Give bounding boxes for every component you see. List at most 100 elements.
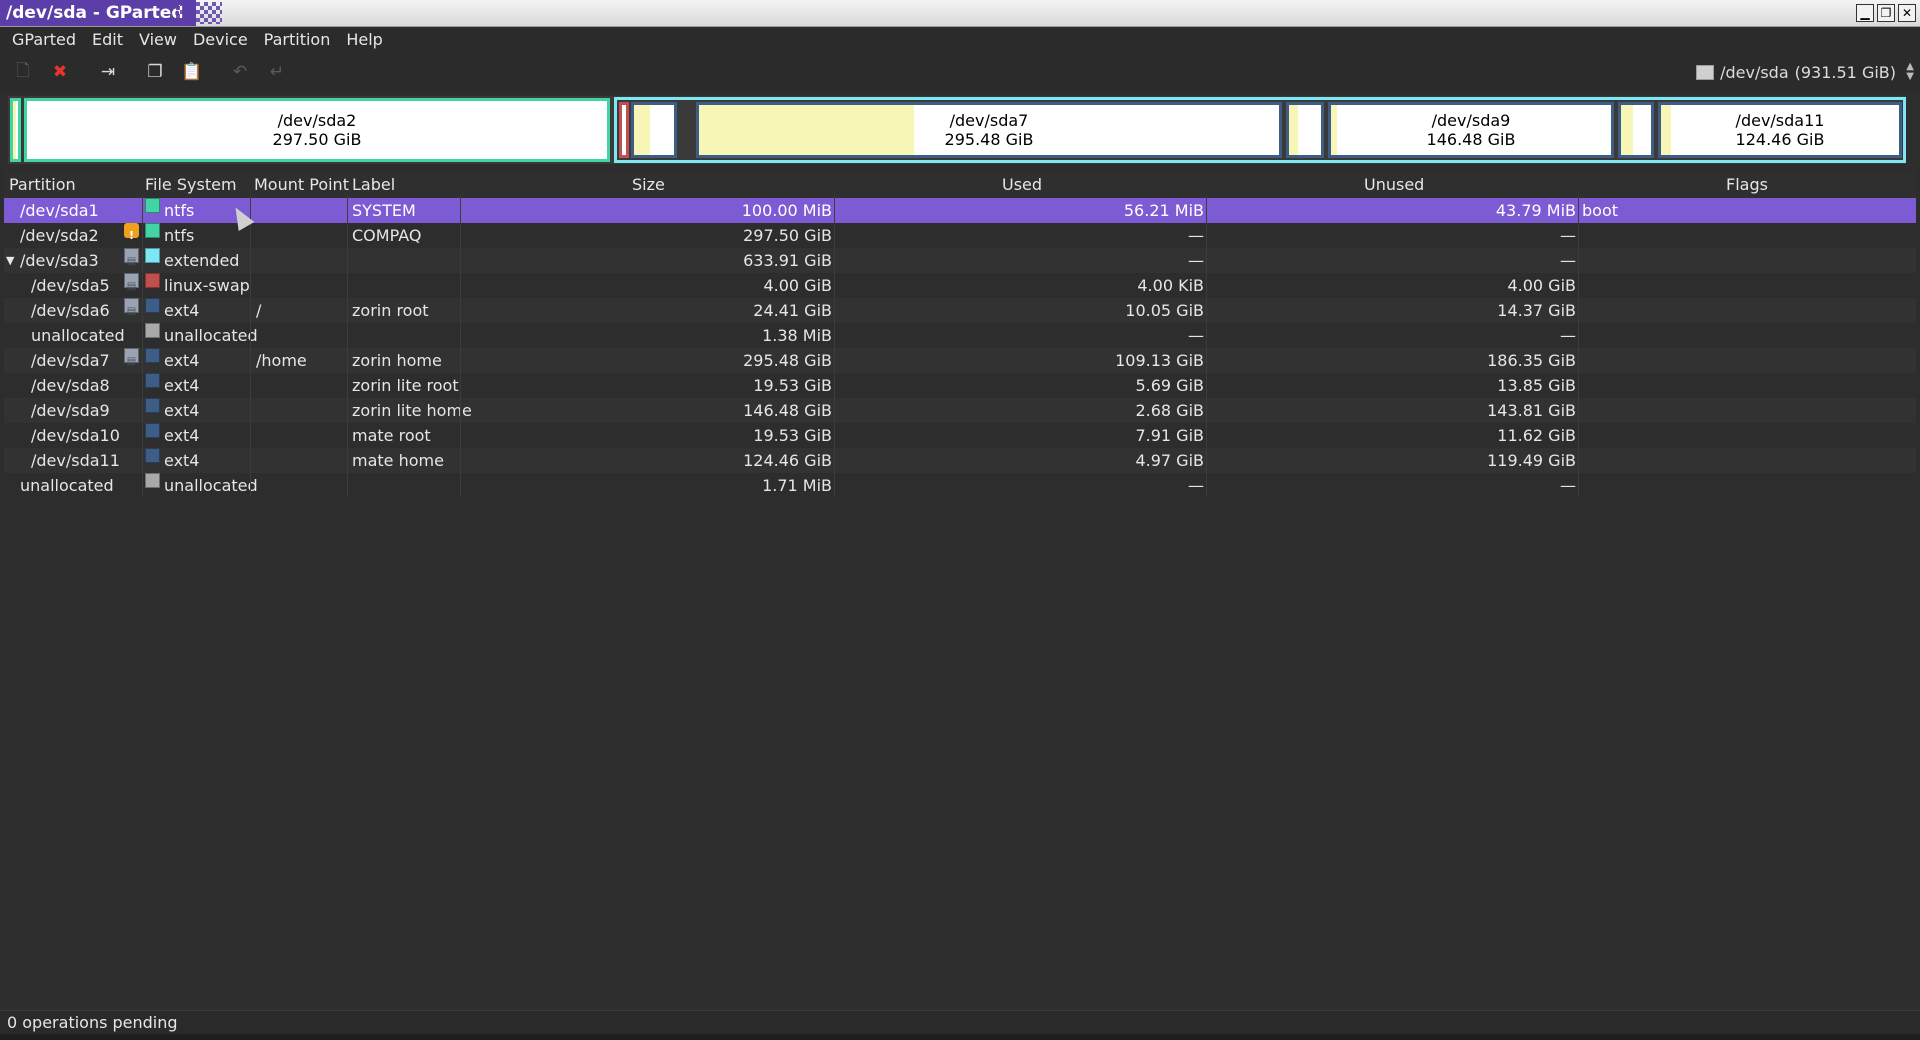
window-titlebar[interactable]: /dev/sda - GParted ▁ ❐ ✕ bbox=[0, 0, 1920, 27]
col-label[interactable]: Label bbox=[352, 172, 395, 198]
table-row[interactable]: /dev/sda5 ▤ linux-swap 4.00 GiB 4.00 KiB… bbox=[4, 273, 1916, 298]
unused: 4.00 GiB bbox=[1507, 276, 1576, 295]
label: SYSTEM bbox=[352, 201, 416, 220]
graph-sda7[interactable]: /dev/sda7 295.48 GiB bbox=[696, 102, 1282, 158]
menu-gparted[interactable]: GParted bbox=[4, 27, 84, 53]
fs-color-swatch bbox=[145, 373, 160, 388]
partition-name: /dev/sda10 bbox=[31, 426, 120, 445]
label: zorin home bbox=[352, 351, 442, 370]
unused: — bbox=[1560, 326, 1576, 345]
table-row[interactable]: /dev/sda2 ! ntfs COMPAQ 297.50 GiB — — bbox=[4, 223, 1916, 248]
table-row[interactable]: /dev/sda1 ntfs SYSTEM 100.00 MiB 56.21 M… bbox=[4, 198, 1916, 223]
window-title: /dev/sda - GParted bbox=[0, 0, 196, 26]
col-flags[interactable]: Flags bbox=[1726, 172, 1768, 198]
table-row[interactable]: unallocated unallocated 1.38 MiB — — bbox=[4, 323, 1916, 348]
graph-sda11[interactable]: /dev/sda11 124.46 GiB bbox=[1658, 102, 1902, 158]
used: 109.13 GiB bbox=[1115, 351, 1204, 370]
table-row[interactable]: /dev/sda10 ext4 mate root 19.53 GiB 7.91… bbox=[4, 423, 1916, 448]
used: 5.69 GiB bbox=[1135, 376, 1204, 395]
col-partition[interactable]: Partition bbox=[9, 172, 76, 198]
partition-name: /dev/sda2 bbox=[20, 226, 99, 245]
graph-sda9[interactable]: /dev/sda9 146.48 GiB bbox=[1328, 102, 1614, 158]
apply-icon[interactable]: ↵ bbox=[266, 61, 288, 83]
fs-color-swatch bbox=[145, 423, 160, 438]
graph-sda9-size: 146.48 GiB bbox=[1426, 130, 1516, 149]
filesystem: extended bbox=[164, 251, 240, 270]
partition-name: /dev/sda5 bbox=[31, 276, 110, 295]
table-row[interactable]: /dev/sda7 ▤ ext4 /home zorin home 295.48… bbox=[4, 348, 1916, 373]
copy-icon[interactable]: ❐ bbox=[144, 61, 166, 83]
paste-icon[interactable]: 📋 bbox=[181, 61, 203, 83]
expander-arrow-icon[interactable]: ▼ bbox=[6, 248, 14, 273]
flags: boot bbox=[1582, 201, 1619, 220]
warning-icon: ! bbox=[124, 223, 139, 242]
unused: 11.62 GiB bbox=[1497, 426, 1576, 445]
used: 7.91 GiB bbox=[1135, 426, 1204, 445]
unused: — bbox=[1560, 251, 1576, 270]
menu-view[interactable]: View bbox=[131, 27, 185, 53]
close-button[interactable]: ✕ bbox=[1898, 4, 1916, 22]
graph-sda10[interactable] bbox=[1618, 102, 1654, 158]
col-size[interactable]: Size bbox=[632, 172, 665, 198]
window-controls: ▁ ❐ ✕ bbox=[1856, 4, 1916, 22]
used: — bbox=[1188, 326, 1204, 345]
lock-icon: ▤ bbox=[124, 348, 139, 367]
used: 4.97 GiB bbox=[1135, 451, 1204, 470]
graph-sda5[interactable] bbox=[619, 102, 629, 158]
new-icon[interactable]: 🗋 bbox=[12, 61, 34, 83]
maximize-button[interactable]: ❐ bbox=[1877, 4, 1895, 22]
fs-color-swatch bbox=[145, 298, 160, 313]
graph-sda11-size: 124.46 GiB bbox=[1735, 130, 1825, 149]
unused: — bbox=[1560, 226, 1576, 245]
graph-sda2-name: /dev/sda2 bbox=[277, 111, 357, 130]
menu-partition[interactable]: Partition bbox=[256, 27, 339, 53]
col-mount-point[interactable]: Mount Point bbox=[254, 172, 349, 198]
size: 1.71 MiB bbox=[762, 476, 832, 495]
minimize-button[interactable]: ▁ bbox=[1856, 4, 1874, 22]
table-row[interactable]: /dev/sda9 ext4 zorin lite home 146.48 Gi… bbox=[4, 398, 1916, 423]
partition-table: Partition File System Mount Point Label … bbox=[4, 172, 1916, 498]
size: 124.46 GiB bbox=[743, 451, 832, 470]
partition-name: /dev/sda9 bbox=[31, 401, 110, 420]
lock-icon: ▤ bbox=[124, 273, 139, 292]
device-name: /dev/sda bbox=[1720, 62, 1789, 82]
used: 2.68 GiB bbox=[1135, 401, 1204, 420]
filesystem: unallocated bbox=[164, 326, 258, 345]
table-row[interactable]: /dev/sda8 ext4 zorin lite root 19.53 GiB… bbox=[4, 373, 1916, 398]
partition-name: /dev/sda6 bbox=[31, 301, 110, 320]
partition-name: /dev/sda3 bbox=[20, 251, 99, 270]
status-text: 0 operations pending bbox=[7, 1013, 178, 1032]
graph-sda2[interactable]: /dev/sda2 297.50 GiB bbox=[24, 98, 610, 162]
col-filesystem[interactable]: File System bbox=[145, 172, 237, 198]
graph-sda11-name: /dev/sda11 bbox=[1735, 111, 1825, 130]
table-row[interactable]: /dev/sda11 ext4 mate home 124.46 GiB 4.9… bbox=[4, 448, 1916, 473]
graph-sda6[interactable] bbox=[631, 102, 677, 158]
menu-help[interactable]: Help bbox=[338, 27, 390, 53]
column-separator bbox=[834, 196, 835, 496]
graph-sda1[interactable] bbox=[10, 98, 21, 162]
used: — bbox=[1188, 251, 1204, 270]
graph-sda9-name: /dev/sda9 bbox=[1431, 111, 1511, 130]
device-selector[interactable]: /dev/sda (931.51 GiB) ▲ ▼ bbox=[1696, 60, 1914, 84]
table-row[interactable]: unallocated unallocated 1.71 MiB — — bbox=[4, 473, 1916, 498]
unused: 119.49 GiB bbox=[1487, 451, 1576, 470]
filesystem: ntfs bbox=[164, 201, 195, 220]
table-row[interactable]: /dev/sda6 ▤ ext4 / zorin root 24.41 GiB … bbox=[4, 298, 1916, 323]
undo-icon[interactable]: ↶ bbox=[229, 61, 251, 83]
col-unused[interactable]: Unused bbox=[1364, 172, 1424, 198]
fs-color-swatch bbox=[145, 473, 160, 488]
menu-edit[interactable]: Edit bbox=[84, 27, 131, 53]
col-used[interactable]: Used bbox=[1002, 172, 1042, 198]
resize-move-icon[interactable]: ⇥ bbox=[97, 61, 119, 83]
window-bottom-edge bbox=[0, 1034, 1920, 1040]
graph-sda7-size: 295.48 GiB bbox=[944, 130, 1034, 149]
filesystem: unallocated bbox=[164, 476, 258, 495]
table-row[interactable]: ▼ /dev/sda3 ▤ extended 633.91 GiB — — bbox=[4, 248, 1916, 273]
disk-icon bbox=[1696, 64, 1715, 80]
menu-device[interactable]: Device bbox=[185, 27, 256, 53]
filesystem: ext4 bbox=[164, 401, 200, 420]
titlebar-decoration bbox=[176, 2, 222, 24]
delete-icon[interactable]: ✖ bbox=[49, 61, 71, 83]
graph-sda8[interactable] bbox=[1286, 102, 1324, 158]
label: mate root bbox=[352, 426, 431, 445]
